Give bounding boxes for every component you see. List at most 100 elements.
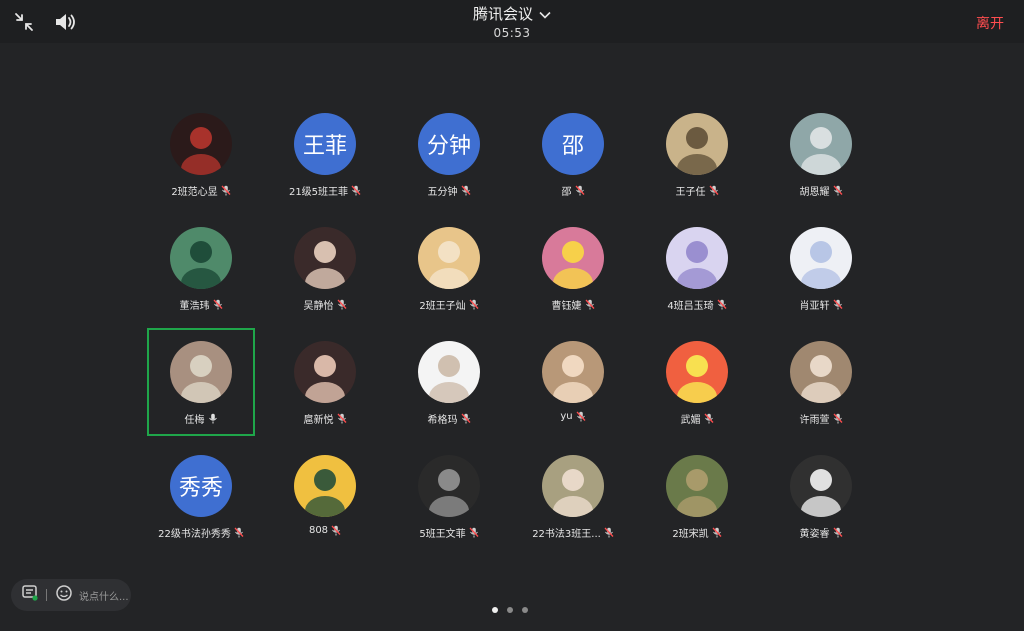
participant-avatar: [418, 227, 480, 289]
mic-muted-icon: [337, 299, 347, 310]
participant-name: 王子任: [675, 187, 706, 198]
mic-muted-icon: [575, 185, 585, 196]
chevron-down-icon: [539, 5, 551, 23]
participant-avatar: [790, 113, 852, 175]
participant-avatar-text: 王菲: [294, 113, 356, 175]
participant-avatar: [542, 341, 604, 403]
mic-muted-icon: [234, 527, 244, 538]
participant-avatar: [790, 341, 852, 403]
meeting-window: 腾讯会议 05:53 离开 2班范心昱 王菲 21级5班王菲 分钟 五分钟邵邵王子任 胡恩…: [0, 0, 1024, 631]
mic-muted-icon: [717, 299, 727, 310]
participant-tile[interactable]: 许雨萱: [759, 333, 883, 447]
participant-name-row: 肖亚轩: [800, 297, 843, 312]
participant-name: 任梅: [184, 415, 205, 426]
participant-name-row: 2班宋凯: [672, 525, 722, 540]
participant-name: 希格玛: [427, 415, 458, 426]
participant-tile[interactable]: 吴静怡: [263, 219, 387, 333]
participant-avatar-text: 分钟: [418, 113, 480, 175]
participant-avatar: [666, 455, 728, 517]
participant-name-row: 2班王子灿: [419, 297, 479, 312]
participant-avatar: [294, 227, 356, 289]
participant-name: 4班吕玉琦: [667, 301, 714, 312]
participant-name-row: 5班王文菲: [419, 525, 479, 540]
participant-name-row: 4班吕玉琦: [667, 297, 727, 312]
chat-input-bar[interactable]: 说点什么...: [11, 579, 131, 611]
participant-name-row: yu: [560, 411, 586, 422]
meeting-title-area: 腾讯会议 05:53: [0, 3, 1024, 40]
participant-tile[interactable]: 2班王子灿: [387, 219, 511, 333]
participant-name: 22书法3班王...: [532, 529, 601, 540]
meeting-title-text: 腾讯会议: [472, 5, 533, 23]
participant-avatar-text: 邵: [542, 113, 604, 175]
participant-avatar: [170, 227, 232, 289]
participant-avatar: [666, 341, 728, 403]
participant-avatar: [542, 227, 604, 289]
mic-muted-icon: [469, 299, 479, 310]
participant-tile[interactable]: 22书法3班王...: [511, 447, 635, 561]
mic-muted-icon: [337, 413, 347, 424]
participant-name-row: 黄姿睿: [800, 525, 843, 540]
participant-tile[interactable]: 曹钰婕: [511, 219, 635, 333]
participant-tile[interactable]: yu: [511, 333, 635, 447]
mic-muted-icon: [461, 413, 471, 424]
participant-name-row: 任梅: [185, 411, 218, 426]
participant-name: 2班王子灿: [419, 301, 466, 312]
participant-name: 2班范心昱: [171, 187, 218, 198]
emoji-icon[interactable]: [55, 584, 73, 606]
participant-name-row: 许雨萱: [800, 411, 843, 426]
participant-tile[interactable]: 王子任: [635, 105, 759, 219]
participant-avatar: [170, 341, 232, 403]
participant-tile[interactable]: 黄姿睿: [759, 447, 883, 561]
participant-name: 许雨萱: [799, 415, 830, 426]
participant-avatar: [170, 113, 232, 175]
chat-divider: [46, 589, 47, 601]
participant-name-row: 武媚: [681, 411, 714, 426]
participant-name-row: 王子任: [676, 183, 719, 198]
participant-name: 2班宋凯: [672, 529, 709, 540]
mic-muted-icon: [704, 413, 714, 424]
participant-tile[interactable]: 希格玛: [387, 333, 511, 447]
participant-tile[interactable]: 5班王文菲: [387, 447, 511, 561]
participant-tile[interactable]: 任梅: [147, 328, 255, 436]
participant-name-row: 吴静怡: [304, 297, 347, 312]
participant-tile[interactable]: 邵邵: [511, 105, 635, 219]
participant-name: 武媚: [680, 415, 701, 426]
participant-tile[interactable]: 2班范心昱: [139, 105, 263, 219]
participant-avatar: [294, 455, 356, 517]
mic-muted-icon: [351, 185, 361, 196]
participant-name-row: 邵: [562, 183, 585, 198]
participant-name: 21级5班王菲: [288, 187, 349, 198]
page-dot[interactable]: [507, 607, 513, 613]
participant-tile[interactable]: 胡恩耀: [759, 105, 883, 219]
mic-muted-icon: [709, 185, 719, 196]
participant-avatar: [418, 341, 480, 403]
participant-name: 吴静怡: [303, 301, 334, 312]
participant-avatar: [790, 227, 852, 289]
participant-tile[interactable]: 武媚: [635, 333, 759, 447]
participant-tile[interactable]: 肖亚轩: [759, 219, 883, 333]
mic-muted-icon: [585, 299, 595, 310]
participant-avatar: [666, 227, 728, 289]
participant-tile[interactable]: 秀秀 22级书法孙秀秀: [139, 447, 263, 561]
participant-tile[interactable]: 808: [263, 447, 387, 561]
participant-tile[interactable]: 2班宋凯: [635, 447, 759, 561]
meeting-title[interactable]: 腾讯会议: [473, 3, 551, 24]
participant-tile[interactable]: 扈新悦: [263, 333, 387, 447]
participant-name-row: 2班范心昱: [171, 183, 231, 198]
participant-name-row: 曹钰婕: [552, 297, 595, 312]
participant-tile[interactable]: 王菲 21级5班王菲: [263, 105, 387, 219]
page-dot[interactable]: [492, 607, 498, 613]
top-bar: 腾讯会议 05:53 离开: [0, 0, 1024, 43]
mic-muted-icon: [221, 185, 231, 196]
participant-tile[interactable]: 4班吕玉琦: [635, 219, 759, 333]
participant-tile[interactable]: 分钟 五分钟: [387, 105, 511, 219]
mic-muted-icon: [833, 413, 843, 424]
mic-muted-icon: [461, 185, 471, 196]
participant-tile[interactable]: 董浩玮: [139, 219, 263, 333]
leave-button[interactable]: 离开: [976, 13, 1004, 33]
page-dot[interactable]: [522, 607, 528, 613]
participant-avatar: [542, 455, 604, 517]
mic-muted-icon: [331, 525, 341, 536]
chat-list-icon[interactable]: [21, 584, 39, 606]
mic-muted-icon: [213, 299, 223, 310]
